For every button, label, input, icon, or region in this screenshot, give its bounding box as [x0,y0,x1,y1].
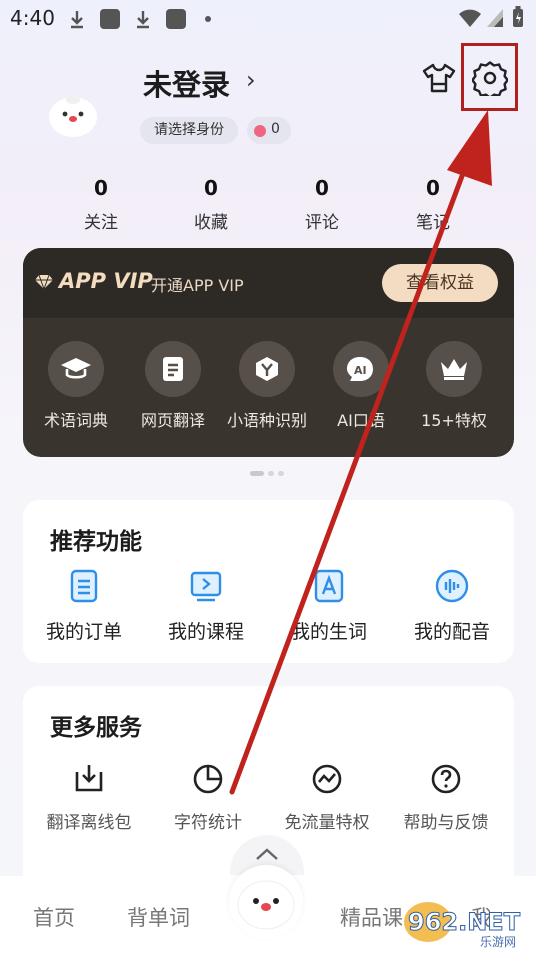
vip-feature-label: 术语词典 [43,411,108,430]
app-notification-icon-2 [166,9,186,29]
diamond-icon [35,274,53,290]
svg-text:AI: AI [354,364,367,377]
services-title: 更多服务 [50,715,142,741]
vip-feature-web-translate[interactable]: 网页翻译 [125,341,221,431]
vip-open-label[interactable]: 开通APP VIP [151,272,244,296]
stat-notes[interactable]: 0 笔记 [388,176,478,233]
stat-value: 0 [94,176,108,200]
my-courses-label: 我的课程 [167,621,244,643]
stat-value: 0 [315,176,329,200]
stat-label: 评论 [305,213,339,233]
chevron-up-icon [256,848,278,860]
username[interactable]: 未登录 [143,62,230,104]
signal-icon [487,9,503,27]
coin-icon [254,125,266,137]
stat-label: 笔记 [416,213,450,233]
status-bar: 4:40 [0,0,536,36]
crown-icon [426,341,482,397]
vip-feature-label: AI口语 [337,411,385,430]
coin-count: 0 [271,121,280,137]
data-free-label: 免流量特权 [284,813,370,833]
hexagon-y-icon [239,341,295,397]
vip-feature-label: 小语种识别 [226,411,307,430]
site-watermark: 962.NET 乐游网 [404,902,521,949]
chevron-right-icon[interactable]: › [246,66,256,94]
help-icon [431,764,461,794]
stat-following[interactable]: 0 关注 [56,176,146,233]
vocabulary-a-icon [314,569,344,603]
vip-card[interactable]: APP VIP 开通APP VIP 查看权益 术语词典 网页翻译 小语种识别 A… [23,248,514,457]
data-free-button[interactable]: 免流量特权 [272,762,382,837]
audio-wave-icon [435,569,469,603]
document-icon [145,341,201,397]
vip-feature-minor-language[interactable]: 小语种识别 [219,341,315,431]
ai-speech-icon: AI [333,341,389,397]
watermark-text: 962.NET [408,908,521,936]
nav-center-button[interactable] [229,865,303,939]
recommend-title: 推荐功能 [50,529,142,555]
shirt-icon[interactable] [421,60,457,96]
vip-feature-label: 15+特权 [421,411,487,430]
carousel-pager [250,471,290,477]
battery-icon [513,6,523,27]
more-notifications-dot [205,16,211,22]
wifi-icon [459,9,481,27]
nav-premium-courses[interactable]: 精品课 [340,902,403,932]
download-status-icon-2 [137,11,149,29]
nav-words[interactable]: 背单词 [127,902,190,932]
stat-value: 0 [426,176,440,200]
offline-pack-label: 翻译离线包 [46,813,132,833]
app-notification-icon [100,9,120,29]
stat-favorites[interactable]: 0 收藏 [166,176,256,233]
settings-highlight-box [461,43,518,111]
char-stats-label: 字符统计 [174,813,242,833]
download-status-icon [71,11,83,29]
my-orders-button[interactable]: 我的订单 [24,568,144,644]
nav-home[interactable]: 首页 [33,902,75,932]
graduation-cap-icon [48,341,104,397]
view-benefits-button[interactable]: 查看权益 [382,264,498,302]
order-list-icon [70,569,98,603]
vip-header: APP VIP 开通APP VIP 查看权益 [23,248,514,318]
status-time: 4:40 [10,6,55,30]
vip-brand: APP VIP [59,269,153,293]
help-feedback-button[interactable]: 帮助与反馈 [391,762,501,837]
my-dubbing-label: 我的配音 [413,621,490,643]
download-icon [75,765,103,792]
watermark-sub: 乐游网 [480,935,516,949]
recommend-card: 推荐功能 我的订单 我的课程 我的生词 我的配音 [23,500,514,663]
pie-chart-icon [193,764,223,794]
stat-value: 0 [204,176,218,200]
stat-label: 关注 [84,213,118,233]
help-feedback-label: 帮助与反馈 [403,813,489,833]
char-stats-button[interactable]: 字符统计 [153,762,263,837]
vip-feature-term-dictionary[interactable]: 术语词典 [28,341,124,431]
my-vocabulary-label: 我的生词 [290,621,367,643]
trend-wave-icon [312,764,342,794]
mascot-icon [237,880,295,930]
vip-feature-ai-speaking[interactable]: AI AI口语 [313,341,409,431]
coin-balance-pill[interactable]: 0 [247,117,291,144]
my-orders-label: 我的订单 [45,621,122,643]
identity-select-pill[interactable]: 请选择身份 [140,117,238,144]
my-courses-button[interactable]: 我的课程 [146,568,266,644]
offline-pack-button[interactable]: 翻译离线包 [34,762,144,837]
stat-comments[interactable]: 0 评论 [277,176,367,233]
my-dubbing-button[interactable]: 我的配音 [392,568,512,644]
vip-feature-label: 网页翻译 [140,411,205,430]
stat-label: 收藏 [194,213,228,233]
avatar[interactable] [48,88,98,138]
my-vocabulary-button[interactable]: 我的生词 [269,568,389,644]
course-play-icon [190,571,222,602]
vip-feature-more-privileges[interactable]: 15+特权 [406,341,502,431]
